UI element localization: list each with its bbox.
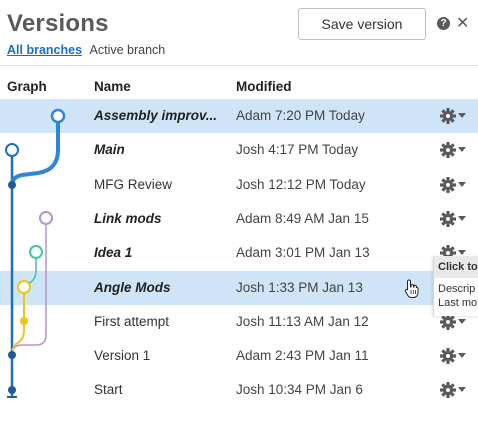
graph-node-main xyxy=(5,143,19,157)
column-header-name: Name xyxy=(94,79,131,94)
version-modified: Adam 8:49 AM Jan 15 xyxy=(236,211,369,226)
graph-node-angle xyxy=(17,280,31,294)
graph-node-idea xyxy=(29,245,43,259)
version-modified: Josh 12:12 PM Today xyxy=(236,177,366,192)
hand-pointer-icon xyxy=(404,279,419,298)
graph-node-start xyxy=(8,386,16,394)
graph-node-mfg-review xyxy=(8,181,16,189)
gear-icon[interactable] xyxy=(440,141,470,159)
version-modified: Adam 7:20 PM Today xyxy=(236,108,365,123)
version-name: First attempt xyxy=(94,314,170,329)
row-tooltip: Click to Descrip Last mo xyxy=(433,256,478,316)
gear-icon[interactable] xyxy=(440,347,470,365)
graph-node-assembly xyxy=(50,108,66,124)
tab-active-branch[interactable]: Active branch xyxy=(90,43,166,57)
tooltip-title: Click to xyxy=(434,256,478,278)
version-modified: Josh 1:33 PM Jan 13 xyxy=(236,280,363,295)
version-name: Assembly improv... xyxy=(94,108,218,123)
gear-icon[interactable] xyxy=(440,210,470,228)
version-name: Start xyxy=(94,382,123,397)
version-name: Version 1 xyxy=(94,348,151,363)
graph-node-first-attempt xyxy=(20,317,28,325)
gear-icon[interactable] xyxy=(440,107,470,125)
branch-graph xyxy=(5,108,66,398)
close-icon[interactable]: ✕ xyxy=(456,13,469,33)
gear-icon[interactable] xyxy=(440,381,470,399)
graph-node-version-1 xyxy=(8,351,16,359)
version-name: Main xyxy=(94,142,125,157)
tooltip-description: Descrip xyxy=(438,283,476,295)
version-modified: Adam 2:43 PM Jan 11 xyxy=(236,348,369,363)
version-modified: Josh 4:17 PM Today xyxy=(236,142,359,157)
version-modified: Josh 11:13 AM Jan 12 xyxy=(236,314,369,329)
versions-panel: Versions All branches Active branch Save… xyxy=(0,0,478,427)
save-version-button[interactable]: Save version xyxy=(298,8,426,40)
version-name: Angle Mods xyxy=(94,280,171,295)
help-icon[interactable]: ? xyxy=(437,17,450,30)
column-header-modified: Modified xyxy=(236,79,292,94)
graph-node-link-mods xyxy=(39,211,53,225)
version-name: MFG Review xyxy=(94,177,173,192)
version-modified: Josh 10:34 PM Jan 6 xyxy=(236,382,363,397)
gear-icon[interactable] xyxy=(440,176,470,194)
tooltip-last-modified: Last mo xyxy=(438,297,478,309)
version-modified: Adam 3:01 PM Jan 13 xyxy=(236,245,370,260)
version-name: Link mods xyxy=(94,211,162,226)
version-name: Idea 1 xyxy=(94,245,133,260)
